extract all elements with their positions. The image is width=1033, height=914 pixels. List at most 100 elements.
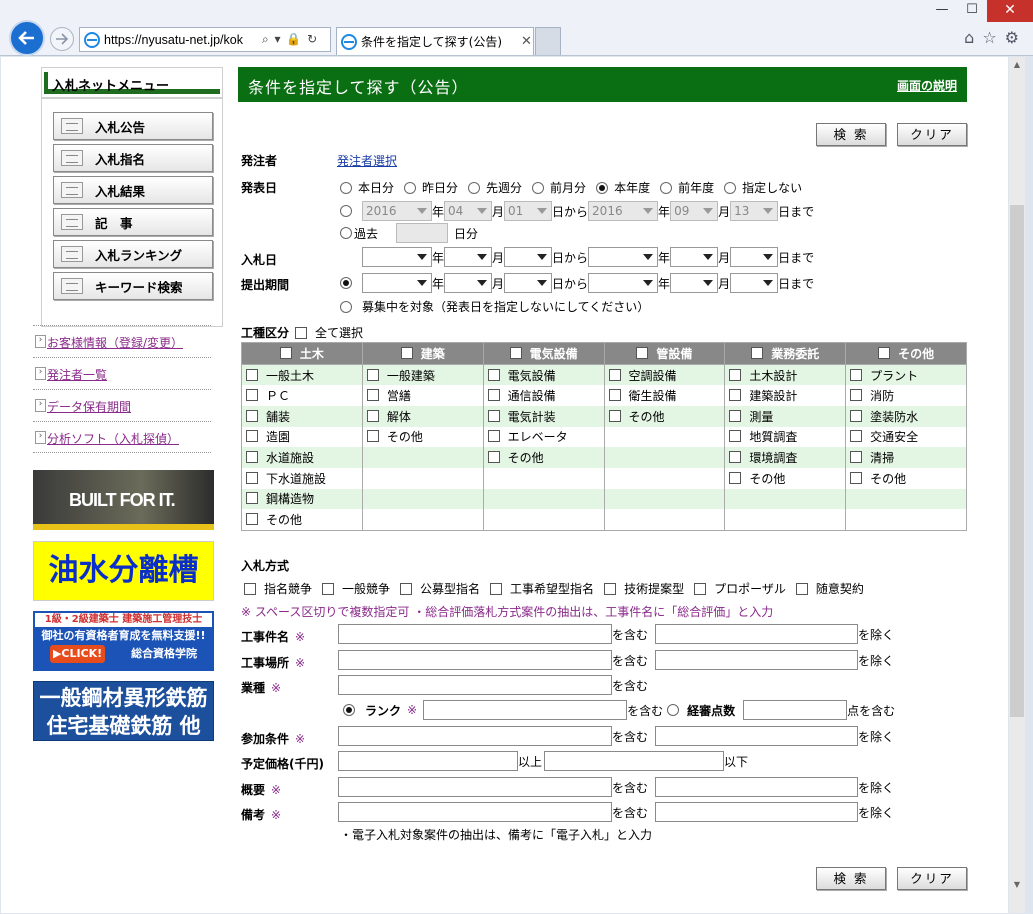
kind-item-checkbox[interactable]: [850, 430, 863, 443]
menu-item-announce[interactable]: 入札公告: [53, 112, 213, 140]
vertical-scrollbar[interactable]: ▲ ▼: [1009, 57, 1025, 913]
link-analysis-soft[interactable]: 分析ソフト（入札探偵）: [33, 421, 211, 453]
to-year-select[interactable]: 2016: [588, 201, 659, 221]
new-tab-button[interactable]: [535, 27, 561, 55]
scroll-thumb[interactable]: [1010, 205, 1024, 717]
from-month-select[interactable]: 04: [444, 201, 493, 221]
radio-today[interactable]: [340, 181, 352, 194]
kind-item-checkbox[interactable]: [850, 451, 863, 464]
address-bar[interactable]: https://nyusatu-net.jp/kok ⌕ ▾ 🔒 ↻: [79, 27, 331, 52]
kind-item-checkbox[interactable]: [246, 368, 258, 381]
include-input[interactable]: [338, 726, 612, 746]
radio-yesterday[interactable]: [404, 181, 417, 194]
clear-button-bottom[interactable]: クリア: [897, 867, 967, 890]
method-checkbox[interactable]: [604, 582, 617, 595]
kind-item-checkbox[interactable]: [850, 389, 863, 402]
price-min-input[interactable]: [338, 751, 518, 771]
method-checkbox[interactable]: [795, 582, 808, 595]
close-button[interactable]: ✕: [987, 0, 1033, 22]
banner-oil-separator[interactable]: 油水分離槽: [33, 541, 214, 601]
radio-score[interactable]: [667, 704, 680, 716]
kind-column-checkbox[interactable]: [509, 347, 522, 359]
kind-item-checkbox[interactable]: [608, 368, 621, 381]
banner-school[interactable]: 1級・2級建築士 建築施工管理技士 御社の有資格者育成を無料支援!! ▶CLIC…: [33, 611, 214, 671]
kind-item-checkbox[interactable]: [246, 409, 258, 422]
kind-item-checkbox[interactable]: [246, 389, 258, 402]
past-days-input[interactable]: [396, 223, 449, 243]
to-day-select[interactable]: 13: [730, 201, 779, 221]
search-button-bottom[interactable]: 検 索: [816, 867, 886, 890]
kind-item-checkbox[interactable]: [729, 430, 742, 443]
kind-item-checkbox[interactable]: [487, 430, 500, 443]
kind-item-checkbox[interactable]: [366, 430, 379, 443]
from-day-select[interactable]: 01: [504, 201, 553, 221]
kind-item-checkbox[interactable]: [729, 451, 742, 464]
method-checkbox[interactable]: [694, 582, 707, 595]
exclude-input[interactable]: [655, 777, 859, 797]
kind-item-checkbox[interactable]: [487, 409, 500, 422]
clear-button-top[interactable]: クリア: [897, 123, 967, 146]
back-button[interactable]: [9, 20, 45, 56]
include-input[interactable]: [338, 675, 612, 695]
address-actions-icon[interactable]: ⌕ ▾ 🔒 ↻: [262, 32, 318, 47]
menu-item-ranking[interactable]: 入札ランキング: [53, 240, 213, 268]
kind-column-checkbox[interactable]: [400, 347, 413, 359]
kind-item-checkbox[interactable]: [850, 368, 863, 381]
home-icon[interactable]: ⌂: [964, 28, 974, 47]
price-max-input[interactable]: [544, 751, 725, 771]
include-input[interactable]: [338, 802, 612, 822]
radio-range[interactable]: [340, 205, 352, 217]
kind-item-checkbox[interactable]: [246, 430, 258, 443]
menu-item-article[interactable]: 記 事: [53, 208, 213, 236]
bid-to-month[interactable]: [670, 247, 719, 267]
kind-item-checkbox[interactable]: [608, 389, 621, 402]
menu-item-result[interactable]: 入札結果: [53, 176, 213, 204]
kind-column-checkbox[interactable]: [636, 347, 649, 359]
radio-past[interactable]: [340, 227, 352, 239]
to-month-select[interactable]: 09: [670, 201, 719, 221]
radio-rank[interactable]: [343, 704, 355, 716]
url-text[interactable]: https://nyusatu-net.jp/kok: [104, 33, 260, 47]
kind-item-checkbox[interactable]: [729, 471, 742, 484]
favorites-star-icon[interactable]: ☆: [982, 28, 996, 47]
banner-built[interactable]: BUILT FOR IT.: [33, 470, 214, 530]
kind-item-checkbox[interactable]: [729, 409, 742, 422]
include-input[interactable]: [338, 650, 612, 670]
submit-from-day[interactable]: [504, 273, 553, 293]
include-input[interactable]: [338, 777, 612, 797]
kind-item-checkbox[interactable]: [608, 409, 621, 422]
bid-to-year[interactable]: [588, 247, 659, 267]
submit-to-month[interactable]: [670, 273, 719, 293]
kind-item-checkbox[interactable]: [366, 409, 379, 422]
kind-item-checkbox[interactable]: [487, 389, 500, 402]
kind-item-checkbox[interactable]: [487, 451, 500, 464]
kind-column-checkbox[interactable]: [279, 347, 292, 359]
help-link[interactable]: 画面の説明: [897, 77, 957, 94]
link-orderer-list[interactable]: 発注者一覧: [33, 357, 211, 389]
kind-item-checkbox[interactable]: [246, 492, 258, 505]
minimize-button[interactable]: —: [927, 0, 957, 22]
exclude-input[interactable]: [655, 624, 859, 644]
bid-from-day[interactable]: [504, 247, 553, 267]
menu-item-keyword[interactable]: キーワード検索: [53, 272, 213, 300]
radio-submit-range[interactable]: [340, 277, 352, 289]
from-year-select[interactable]: 2016: [362, 201, 432, 221]
method-checkbox[interactable]: [322, 582, 335, 595]
bid-from-year[interactable]: [362, 247, 432, 267]
exclude-input[interactable]: [655, 650, 859, 670]
kind-column-checkbox[interactable]: [878, 347, 891, 359]
radio-last-week[interactable]: [468, 181, 481, 194]
rank-input[interactable]: [423, 700, 628, 720]
radio-this-year[interactable]: [596, 181, 609, 194]
scroll-up-icon[interactable]: ▲: [1009, 57, 1025, 73]
search-button-top[interactable]: 検 索: [816, 123, 886, 146]
bid-to-day[interactable]: [730, 247, 779, 267]
submit-from-year[interactable]: [362, 273, 432, 293]
bid-from-month[interactable]: [444, 247, 493, 267]
forward-button[interactable]: [50, 27, 74, 51]
radio-last-year[interactable]: [660, 181, 673, 194]
score-input[interactable]: [743, 700, 848, 720]
kind-item-checkbox[interactable]: [246, 471, 258, 484]
menu-item-nominate[interactable]: 入札指名: [53, 144, 213, 172]
submit-to-day[interactable]: [730, 273, 779, 293]
